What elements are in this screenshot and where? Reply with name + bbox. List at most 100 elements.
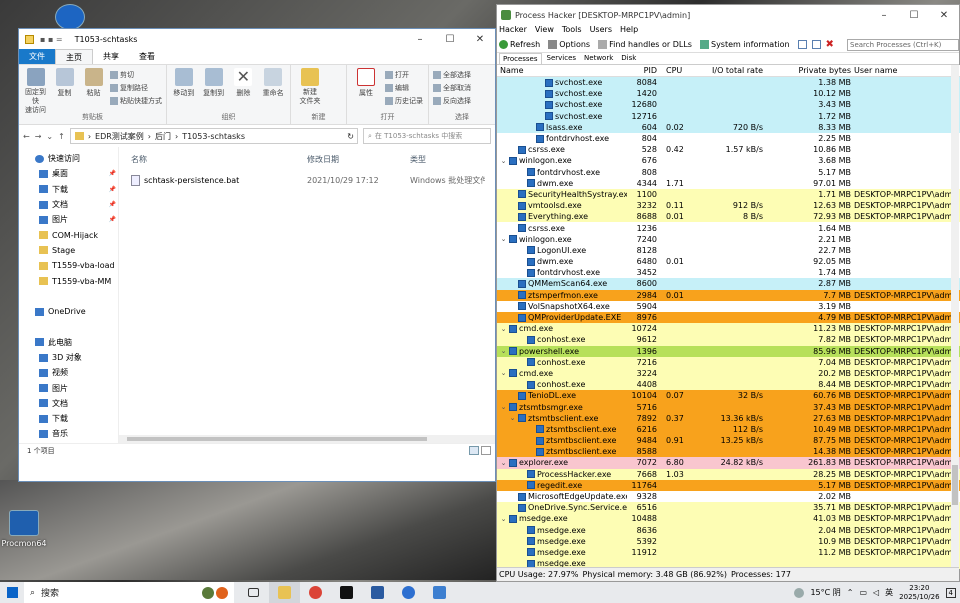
quick-access-toolbar[interactable]: ▪ ▪ = [40,35,63,44]
expand-toggle-icon[interactable]: ⌄ [500,157,507,165]
process-row[interactable]: ztsmtbsclient.exe 8588 14.38 MB DESKTOP-MRP… [497,446,960,458]
breadcrumb-item[interactable]: EDR测试案例 [95,131,144,142]
process-row[interactable]: lsass.exe 604 0.02 720 B/s 8.33 MB [497,121,960,133]
close-button[interactable]: ✕ [929,10,959,21]
process-row[interactable]: TenioDL.exe 10104 0.07 32 B/s 60.76 MB DESKTO… [497,390,960,402]
column-cpu[interactable]: CPU [657,66,697,75]
column-private-bytes[interactable]: Private bytes [763,66,851,75]
nav-item[interactable]: 桌面 📌 [19,166,118,181]
close-button[interactable]: ✕ [465,34,495,45]
taskbar-app-chrome[interactable] [300,582,331,603]
breadcrumb-item[interactable]: 后门 [155,131,171,142]
maximize-button[interactable]: ☐ [899,10,929,21]
tab-share[interactable]: 共享 [93,49,129,64]
process-row[interactable]: fontdrvhost.exe 3452 1.74 MB [497,267,960,279]
expand-toggle-icon[interactable]: ⌄ [500,369,507,377]
expand-toggle-icon[interactable]: ⌄ [500,235,507,243]
back-icon[interactable]: ← [23,132,30,141]
process-row[interactable]: ⌄ cmd.exe 3224 20.2 MB DESKTOP-MRPC1PV\adm [497,367,960,380]
process-row[interactable]: ⌄ ztsmtbsmgr.exe 5716 37.43 MB DESKTOP-MRPC1… [497,401,960,413]
menu-help[interactable]: Help [620,25,638,37]
process-row[interactable]: svchost.exe 1420 10.12 MB [497,88,960,100]
up-icon[interactable]: ↑ [58,132,65,141]
nav-item[interactable]: 文档 [19,396,118,411]
start-button[interactable] [0,582,24,603]
column-user[interactable]: User name [851,66,960,75]
nav-item[interactable]: 下载 [19,411,118,426]
process-row[interactable]: msedge.exe 5392 10.9 MB DESKTOP-MRPC1PV\adm [497,535,960,547]
explorer-titlebar[interactable]: ▪ ▪ = T1053-schtasks – ☐ ✕ [19,29,495,49]
nav-item[interactable]: T1559-vba-load [19,258,118,273]
menu-users[interactable]: Users [590,25,612,37]
tab-home[interactable]: 主页 [55,49,93,64]
nav-item[interactable]: 图片 [19,380,118,395]
process-row[interactable]: fontdrvhost.exe 804 2.25 MB [497,132,960,145]
taskbar-app-process-hacker[interactable] [424,582,455,603]
process-row[interactable]: ztsmperfmon.exe 2984 0.01 7.7 MB DESKTOP-MRP… [497,289,960,301]
process-row[interactable]: QMMemScan64.exe 8600 2.87 MB [497,278,960,290]
taskbar-app-explorer[interactable] [269,582,300,603]
process-row[interactable]: vmtoolsd.exe 3232 0.11 912 B/s 12.63 MB DESKT… [497,200,960,212]
nav-item[interactable]: 此电脑 [19,335,118,350]
chevron-up-icon[interactable]: ⌃ [847,588,854,597]
process-row[interactable]: ⌄ msedge.exe 10488 41.03 MB DESKTOP-MRPC1PV\… [497,513,960,525]
paste-shortcut-button[interactable]: 粘贴快捷方式 [110,96,162,106]
nav-item[interactable]: Stage [19,243,118,258]
process-row[interactable]: svchost.exe 12716 1.72 MB [497,110,960,122]
column-name[interactable]: Name [497,66,627,75]
history-button[interactable]: 历史记录 [385,96,423,106]
terminate-icon[interactable]: ✖ [826,40,834,50]
refresh-button[interactable]: Refresh [499,40,540,49]
expand-toggle-icon[interactable]: ⌄ [500,347,507,355]
process-row[interactable]: svchost.exe 8084 1.38 MB [497,77,960,89]
process-row[interactable]: OneDrive.Sync.Service.exe 6516 35.71 MB DES… [497,502,960,514]
nav-item[interactable]: OneDrive [19,304,118,319]
search-processes-input[interactable]: Search Processes (Ctrl+K) [847,38,959,51]
expand-toggle-icon[interactable]: ⌄ [500,325,507,333]
expand-toggle-icon[interactable]: ⌄ [509,414,516,422]
find-handles-button[interactable]: Find handles or DLLs [598,40,692,49]
process-row[interactable]: ztsmtbsclient.exe 6216 112 B/s 10.49 MB DESK… [497,423,960,435]
clock[interactable]: 23:20 2025/10/26 [899,584,939,602]
taskbar-app-terminal[interactable] [331,582,362,603]
task-view-button[interactable] [238,582,269,603]
invert-selection-button[interactable]: 反向选择 [433,96,471,106]
taskbar-app-powershell[interactable] [362,582,393,603]
column-modified[interactable]: 修改日期 [307,154,410,165]
process-row[interactable]: ⌄ winlogon.exe 676 3.68 MB [497,155,960,167]
process-row[interactable]: conhost.exe 9612 7.82 MB DESKTOP-MRPC1PV\ad… [497,334,960,346]
process-row[interactable]: regedit.exe 11764 5.17 MB DESKTOP-MRPC1PV\a… [497,479,960,491]
ph-titlebar[interactable]: Process Hacker [DESKTOP-MRPC1PV\admin] –… [497,5,959,25]
process-row[interactable]: ⌄ winlogon.exe 7240 2.21 MB [497,233,960,245]
vertical-scrollbar[interactable] [951,65,959,569]
nav-item[interactable]: 下载 📌 [19,182,118,197]
tab-disk[interactable]: Disk [618,53,639,64]
process-tree[interactable]: Name PID CPU I/O total rate Private byte… [497,65,960,569]
breadcrumb-item[interactable]: T1053-schtasks [182,132,245,141]
taskbar-search[interactable]: ⌕ 搜索 [24,582,234,603]
tab-network[interactable]: Network [581,53,616,64]
file-row[interactable]: schtask-persistence.bat 2021/10/29 17:12… [119,171,495,189]
process-row[interactable]: fontdrvhost.exe 808 5.17 MB [497,166,960,178]
nav-item[interactable]: 视频 [19,365,118,380]
process-row[interactable]: LogonUI.exe 8128 22.7 MB [497,244,960,256]
address-bar[interactable]: › EDR测试案例 › 后门 › T1053-schtasks ↻ [69,128,358,144]
process-row[interactable]: conhost.exe 7216 7.04 MB DESKTOP-MRPC1PV\ad… [497,356,960,368]
window-icon[interactable] [797,40,807,49]
nav-item[interactable]: 3D 对象 [19,350,118,365]
input-method[interactable]: 英 [885,587,893,598]
minimize-button[interactable]: – [869,10,899,21]
column-name[interactable]: 名称 [119,154,307,165]
maximize-button[interactable]: ☐ [435,34,465,45]
tab-services[interactable]: Services [544,53,580,64]
expand-toggle-icon[interactable]: ⌄ [500,515,507,523]
procmon-desktop-icon[interactable]: Procmon64 [0,510,48,548]
nav-item[interactable]: T1559-vba-MM [19,273,118,288]
edit-button[interactable]: 编辑 [385,83,423,93]
details-view-icon[interactable] [469,446,479,455]
refresh-icon[interactable]: ↻ [347,132,357,141]
volume-icon[interactable]: ◁ [873,588,879,597]
nav-item[interactable]: 桌面 [19,442,118,443]
process-row[interactable]: QMProviderUpdate.EXE 8976 4.79 MB DESKTOP-M… [497,311,960,324]
process-row[interactable]: ⌄ cmd.exe 10724 11.23 MB DESKTOP-MRPC1PV\adm [497,323,960,335]
